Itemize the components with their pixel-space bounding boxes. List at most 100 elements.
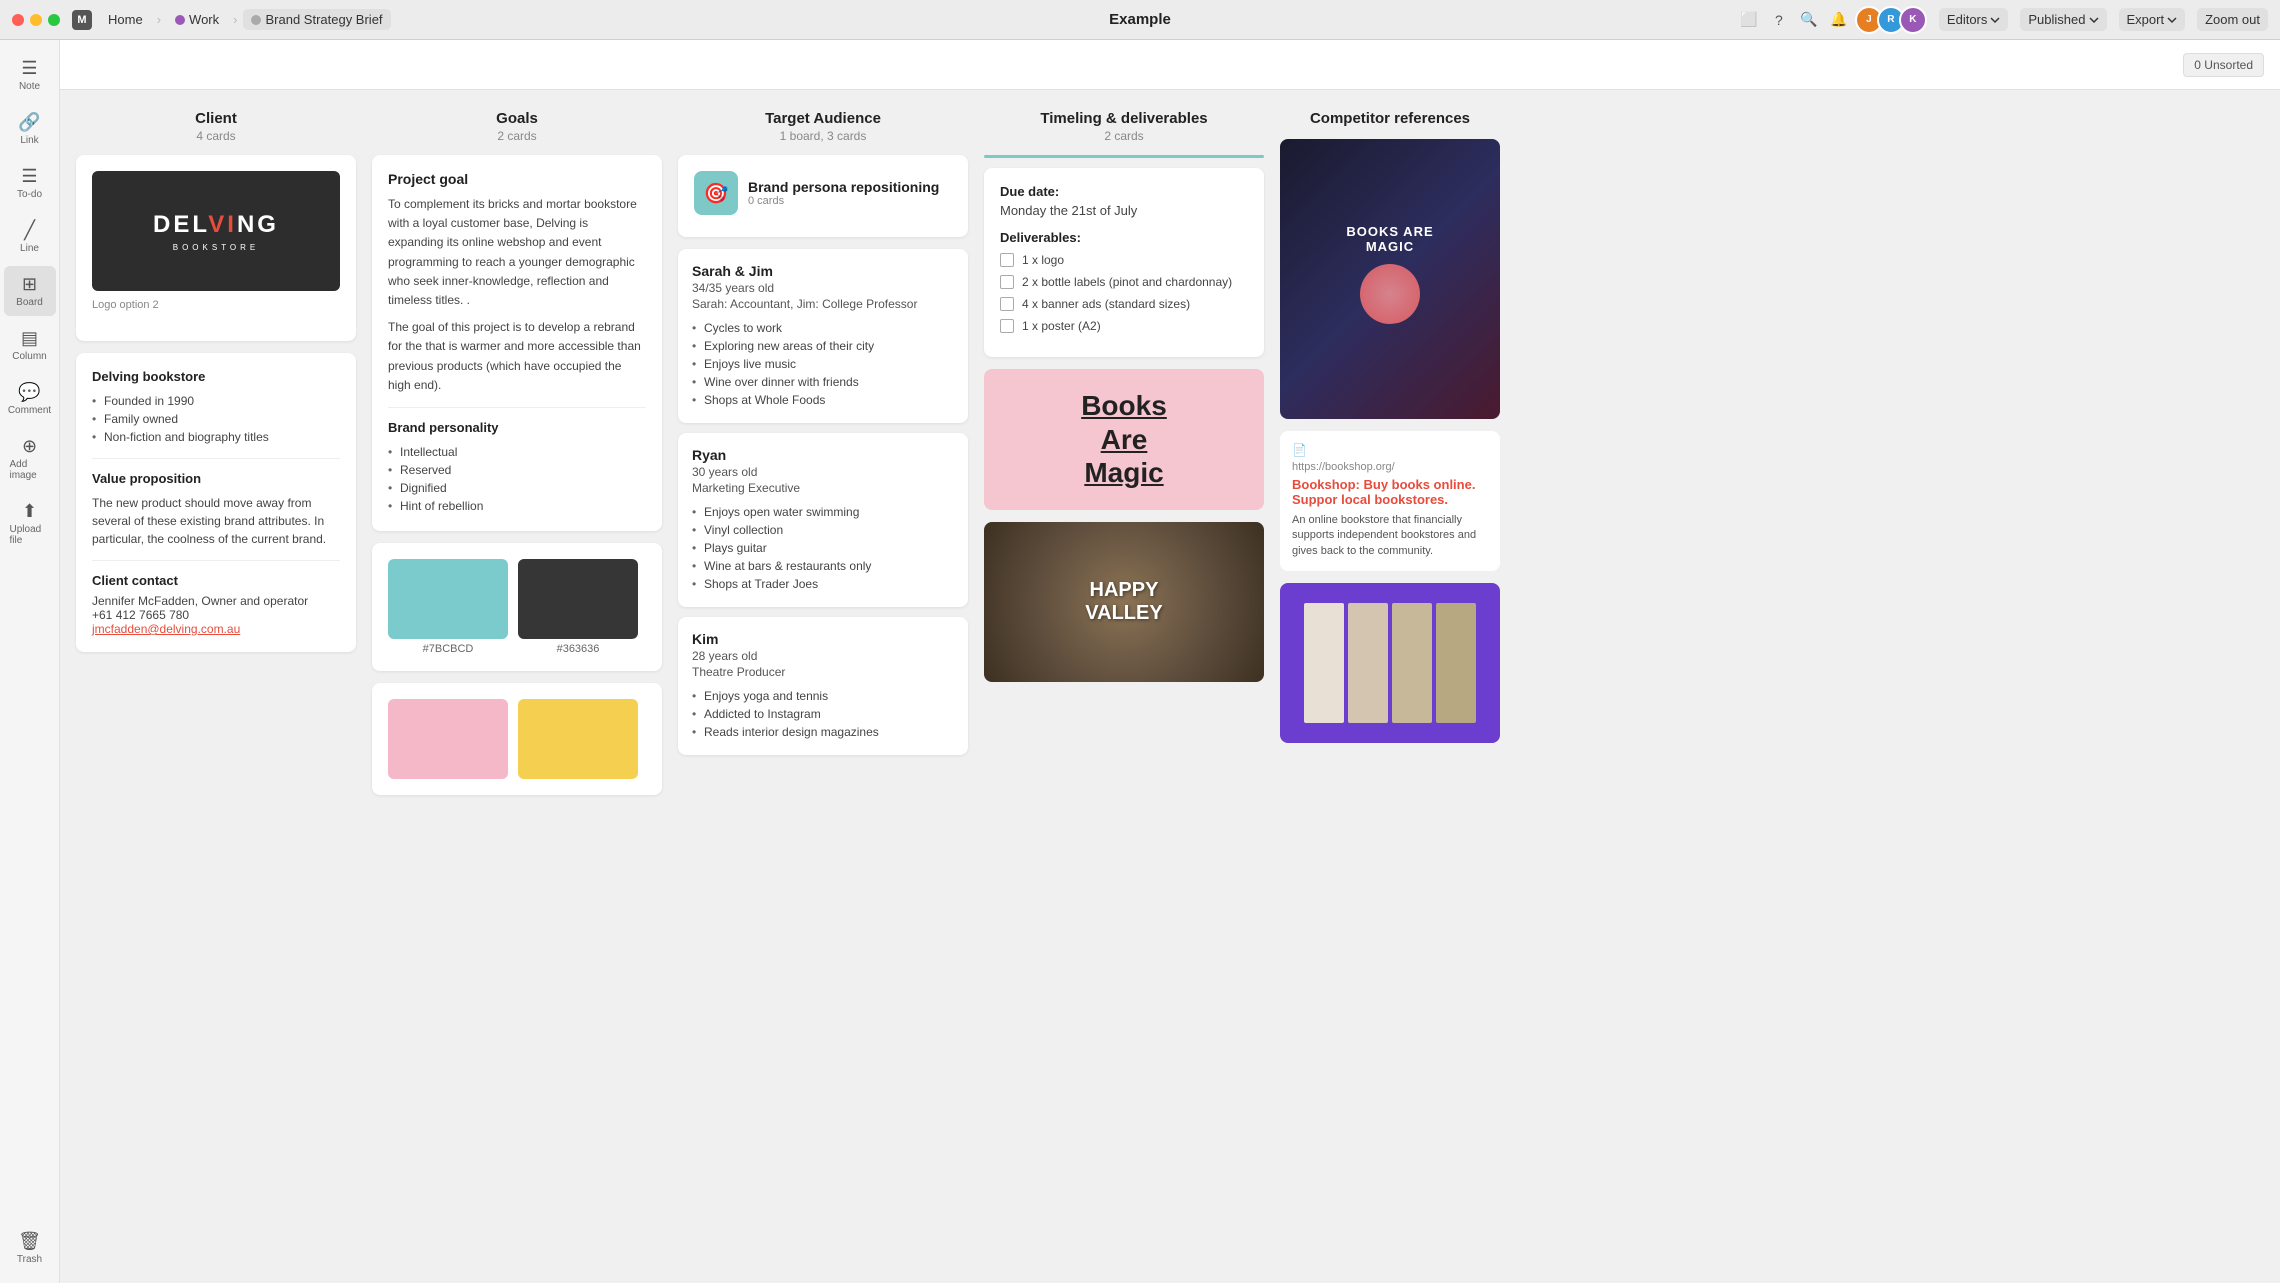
timeline-column: Timeling & deliverables 2 cards Due date… xyxy=(984,110,1264,682)
brand-personality-title: Brand personality xyxy=(388,420,646,435)
add-image-icon: ⊕ xyxy=(22,436,37,457)
color-swatches-card: #7BCBCD #363636 xyxy=(372,543,662,671)
checklist-text-4: 1 x poster (A2) xyxy=(1022,319,1101,333)
add-image-label: Add image xyxy=(10,459,50,481)
nav-home[interactable]: Home xyxy=(100,9,151,30)
unsorted-badge: 0 Unsorted xyxy=(2183,53,2264,77)
checkbox-1[interactable] xyxy=(1000,253,1014,267)
book-2 xyxy=(1348,603,1388,723)
contact-title: Client contact xyxy=(92,573,340,588)
comp-link-url: https://bookshop.org/ xyxy=(1292,461,1488,473)
competitor-image-2 xyxy=(1280,583,1500,743)
brand-persona-header: 🎯 Brand persona repositioning 0 cards xyxy=(694,171,952,215)
contact-name: Jennifer McFadden, Owner and operator xyxy=(92,594,340,608)
app-icon: M xyxy=(72,10,92,30)
close-button[interactable] xyxy=(12,14,24,26)
comment-icon: 💬 xyxy=(18,382,40,403)
project-goal-card: Project goal To complement its bricks an… xyxy=(372,155,662,531)
due-date-value: Monday the 21st of July xyxy=(1000,203,1248,218)
sidebar-item-board[interactable]: ⊞ Board xyxy=(4,266,56,316)
sidebar-item-comment[interactable]: 💬 Comment xyxy=(4,374,56,424)
swatch-pink xyxy=(388,699,508,779)
link-label: Link xyxy=(20,135,38,146)
goals-column-header: Goals 2 cards xyxy=(372,110,662,143)
checkbox-4[interactable] xyxy=(1000,319,1014,333)
export-button[interactable]: Export xyxy=(2119,8,2186,31)
sidebar-item-todo[interactable]: ☰ To-do xyxy=(4,158,56,208)
nav-breadcrumb: Home › Work › Brand Strategy Brief xyxy=(100,9,391,30)
sidebar-item-note[interactable]: ☰ Note xyxy=(4,50,56,100)
brand-persona-count: 0 cards xyxy=(748,195,939,207)
published-button[interactable]: Published xyxy=(2020,8,2106,31)
book-1 xyxy=(1304,603,1344,723)
checklist-text-3: 4 x banner ads (standard sizes) xyxy=(1022,297,1190,311)
doc-label: Brand Strategy Brief xyxy=(265,12,382,27)
logo-v: V xyxy=(208,211,227,238)
contact-email[interactable]: jmcfadden@delving.com.au xyxy=(92,622,340,636)
logo-text: DELVING xyxy=(153,211,279,239)
comp-link-title[interactable]: Bookshop: Buy books online. Suppor local… xyxy=(1292,477,1488,507)
board-area[interactable]: Client 4 cards DELVING BOOKSTORE Logo op… xyxy=(60,90,2280,1283)
nav-doc[interactable]: Brand Strategy Brief xyxy=(243,9,390,30)
timeline-accent xyxy=(984,155,1264,158)
nav-sep1: › xyxy=(157,12,161,27)
kim-age: 28 years old xyxy=(692,649,954,663)
trait-dignified: Dignified xyxy=(388,479,646,497)
search-icon[interactable]: 🔍 xyxy=(1799,10,1819,30)
home-label: Home xyxy=(108,12,143,27)
board-icon: ⊞ xyxy=(22,274,37,295)
timeline-column-header: Timeling & deliverables 2 cards xyxy=(984,110,1264,143)
competitor-column: Competitor references BOOKS AREMAGIC 📄 xyxy=(1280,110,1500,751)
checklist-item-3: 4 x banner ads (standard sizes) xyxy=(1000,297,1248,311)
competitor-title: Competitor references xyxy=(1280,110,1500,127)
book-4 xyxy=(1436,603,1476,723)
swatch-yellow-color xyxy=(518,699,638,779)
brand-persona-icon: 🎯 xyxy=(694,171,738,215)
sidebar-item-trash[interactable]: 🗑 Trash xyxy=(4,1223,56,1273)
sidebar-item-link[interactable]: 🔗 Link xyxy=(4,104,56,154)
swatch-teal: #7BCBCD xyxy=(388,559,508,655)
zoom-button[interactable]: Zoom out xyxy=(2197,8,2268,31)
sidebar-item-column[interactable]: ▤ Column xyxy=(4,320,56,370)
checklist-text-1: 1 x logo xyxy=(1022,253,1064,267)
competitor-image-1: BOOKS AREMAGIC xyxy=(1280,139,1500,419)
nav-sep2: › xyxy=(233,12,237,27)
bell-icon[interactable]: 🔔 xyxy=(1829,10,1849,30)
editors-avatars: J R K xyxy=(1861,6,1927,34)
todo-icon: ☰ xyxy=(21,166,37,187)
timeline-count: 2 cards xyxy=(984,129,1264,143)
books-magic-text: BooksAreMagic xyxy=(1004,389,1244,490)
minimize-button[interactable] xyxy=(30,14,42,26)
sidebar-item-line[interactable]: ╱ Line xyxy=(4,212,56,262)
competitor-column-header: Competitor references xyxy=(1280,110,1500,127)
sidebar-item-image[interactable]: ⊕ Add image xyxy=(4,428,56,489)
upload-icon: ⬆ xyxy=(22,501,37,522)
trait-rebellion: Hint of rebellion xyxy=(388,497,646,515)
brand-traits: Intellectual Reserved Dignified Hint of … xyxy=(388,443,646,515)
link-icon: 🔗 xyxy=(18,112,40,133)
checkbox-2[interactable] xyxy=(1000,275,1014,289)
nav-work[interactable]: Work xyxy=(167,9,227,30)
bookstore-facts: Founded in 1990 Family owned Non-fiction… xyxy=(92,392,340,446)
tablet-icon[interactable]: ⬜ xyxy=(1739,10,1759,30)
contact-phone: +61 412 7665 780 xyxy=(92,608,340,622)
color-swatches-row: #7BCBCD #363636 xyxy=(388,559,646,655)
swatch-teal-color xyxy=(388,559,508,639)
checklist-item-4: 1 x poster (A2) xyxy=(1000,319,1248,333)
sidebar-item-file[interactable]: ⬆ Upload file xyxy=(4,493,56,554)
checkbox-3[interactable] xyxy=(1000,297,1014,311)
line-icon: ╱ xyxy=(24,220,35,241)
sarah-jim-name: Sarah & Jim xyxy=(692,263,954,279)
trait-intellectual: Intellectual xyxy=(388,443,646,461)
value-prop-text: The new product should move away from se… xyxy=(92,494,340,548)
ryan-job: Marketing Executive xyxy=(692,481,954,495)
link-icon: 📄 xyxy=(1292,443,1488,457)
comment-label: Comment xyxy=(8,405,51,416)
ryan-age: 30 years old xyxy=(692,465,954,479)
help-icon[interactable]: ? xyxy=(1769,10,1789,30)
maximize-button[interactable] xyxy=(48,14,60,26)
checklist-item-1: 1 x logo xyxy=(1000,253,1248,267)
goal-text-2: The goal of this project is to develop a… xyxy=(388,318,646,395)
bam-overlay: BOOKS AREMAGIC xyxy=(1346,224,1433,334)
editors-button[interactable]: Editors xyxy=(1939,8,2008,31)
